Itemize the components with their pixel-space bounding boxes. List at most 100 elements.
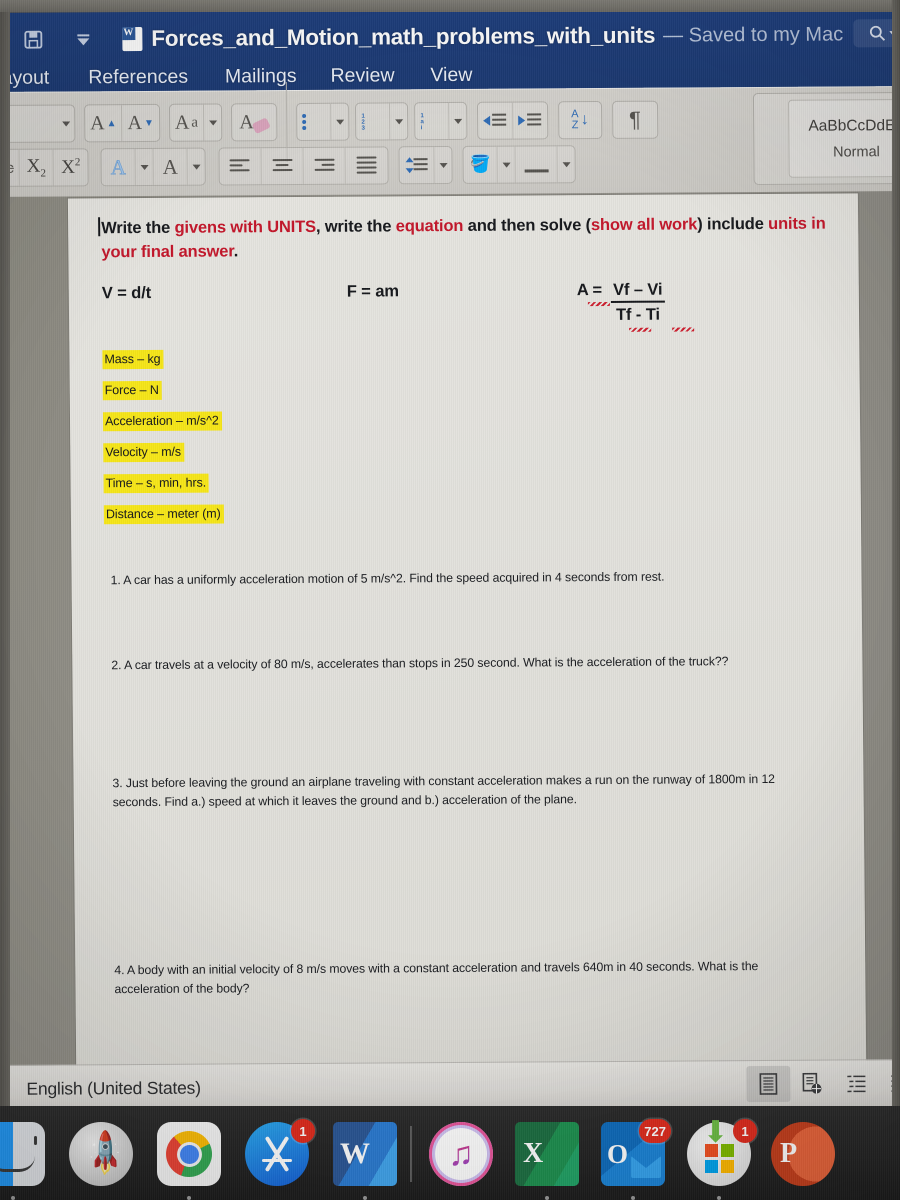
bulleted-list-button[interactable] bbox=[296, 103, 332, 140]
outline-view-icon bbox=[847, 1075, 866, 1093]
unit-row: Velocity – m/s bbox=[103, 438, 838, 474]
multilevel-list-dropdown[interactable] bbox=[449, 103, 466, 139]
screen-bezel-right bbox=[892, 0, 900, 1106]
change-case-button[interactable]: Aa bbox=[169, 104, 205, 141]
document-page[interactable]: Write the givens with UNITS, write the e… bbox=[67, 193, 867, 1071]
dock-item-itunes[interactable]: ♫ bbox=[424, 1117, 498, 1191]
status-language-label[interactable]: English (United States) bbox=[26, 1078, 201, 1100]
ms-autoupdate-badge: 1 bbox=[733, 1119, 757, 1143]
grow-font-icon: A bbox=[90, 111, 105, 134]
formula-force: F = am bbox=[346, 282, 400, 301]
print-layout-view-button[interactable] bbox=[746, 1065, 791, 1103]
formula-acceleration-numerator: Vf – Vi bbox=[610, 280, 665, 303]
save-icon[interactable] bbox=[18, 25, 48, 55]
unit-row: Time – s, min, hrs. bbox=[103, 469, 839, 505]
text-effects-button[interactable]: A bbox=[101, 149, 136, 186]
borders-dropdown[interactable] bbox=[558, 146, 575, 182]
unit-item: Force – N bbox=[102, 380, 162, 401]
borders-button[interactable] bbox=[515, 146, 558, 183]
numbered-list-dropdown[interactable] bbox=[390, 103, 407, 139]
heading-seg-3: equation bbox=[395, 216, 464, 236]
chevron-down-icon bbox=[335, 119, 345, 125]
align-right-button[interactable] bbox=[303, 147, 346, 184]
grow-font-button[interactable]: A ▲ bbox=[84, 105, 123, 142]
numbered-list-icon: 123 bbox=[361, 113, 369, 132]
chevron-down-icon bbox=[62, 120, 71, 127]
shading-button[interactable]: 🪣 bbox=[463, 146, 498, 183]
sort-button[interactable]: AZ ↓ bbox=[559, 102, 601, 138]
style-normal-item[interactable]: AaBbCcDdEe Normal bbox=[787, 98, 900, 178]
font-size-dropdown[interactable] bbox=[57, 105, 74, 141]
font-color-button[interactable]: A bbox=[153, 148, 188, 185]
decrease-indent-button[interactable] bbox=[477, 102, 514, 139]
download-arrow-icon: ⬇ bbox=[703, 1116, 729, 1149]
mac-dock: 🚀 1 W ♫ X O 727 ⬇ 1 P bbox=[0, 1106, 900, 1200]
screen-bezel-left bbox=[0, 0, 10, 1106]
dock-item-app-store[interactable]: 1 bbox=[240, 1117, 315, 1191]
dock-item-launchpad[interactable]: 🚀 bbox=[64, 1117, 138, 1191]
dock-item-chrome[interactable] bbox=[152, 1117, 226, 1200]
dock-item-excel[interactable]: X bbox=[510, 1117, 584, 1200]
style-sample-text: AaBbCcDdEe bbox=[808, 116, 900, 135]
unit-item: Distance – meter (m) bbox=[103, 504, 224, 525]
chevron-down-icon[interactable] bbox=[68, 24, 98, 54]
line-spacing-button[interactable] bbox=[399, 147, 435, 184]
formula-acceleration-denominator: Tf - Ti bbox=[615, 305, 661, 324]
screen-bezel-top bbox=[0, 0, 900, 12]
app-store-badge: 1 bbox=[291, 1119, 315, 1143]
running-indicator-dot bbox=[717, 1196, 721, 1200]
ribbon-tab-review[interactable]: Review bbox=[330, 64, 394, 87]
align-left-button[interactable] bbox=[219, 148, 262, 185]
running-indicator-dot bbox=[187, 1196, 191, 1200]
text-highlight-color-button[interactable]: A bbox=[232, 104, 276, 140]
line-spacing-dropdown[interactable] bbox=[435, 147, 452, 183]
highlight-group: A bbox=[230, 103, 278, 142]
shrink-font-button[interactable]: A ▼ bbox=[122, 105, 159, 141]
bulleted-list-group bbox=[295, 102, 350, 141]
justify-button[interactable] bbox=[346, 147, 388, 183]
change-case-dropdown[interactable] bbox=[204, 104, 221, 140]
unit-item: Acceleration – m/s^2 bbox=[102, 411, 222, 432]
outlook-icon: O 727 bbox=[601, 1119, 671, 1186]
ribbon-row-1: A ▲ A ▼ Aa A 1 2 3 1 a i A Z ↓ ¶ bbox=[0, 82, 659, 163]
bulleted-list-dropdown[interactable] bbox=[331, 104, 348, 140]
multilevel-list-button[interactable]: 1ai bbox=[414, 103, 450, 140]
outlook-badge: 727 bbox=[639, 1119, 671, 1143]
dock-item-word[interactable]: W bbox=[328, 1117, 402, 1200]
units-reference-list: Mass – kg Force – N Acceleration – m/s^2… bbox=[102, 346, 839, 537]
superscript-button[interactable]: X2 bbox=[54, 149, 88, 185]
document-canvas: Write the givens with UNITS, write the e… bbox=[0, 190, 900, 1071]
problem-item: 3. Just before leaving the ground an air… bbox=[112, 771, 775, 810]
dock-item-ms-autoupdate[interactable]: ⬇ 1 bbox=[682, 1116, 757, 1200]
font-color-dropdown[interactable] bbox=[188, 149, 205, 185]
chevron-down-icon bbox=[140, 164, 149, 170]
heading-seg-4: and then solve ( bbox=[463, 216, 592, 235]
print-layout-icon bbox=[759, 1073, 778, 1095]
unit-item: Time – s, min, hrs. bbox=[103, 473, 210, 494]
shading-dropdown[interactable] bbox=[497, 146, 516, 183]
outline-view-button[interactable] bbox=[834, 1065, 878, 1101]
launchpad-rocket-icon: 🚀 bbox=[69, 1122, 133, 1186]
chevron-down-icon bbox=[192, 164, 201, 170]
ribbon-tab-references[interactable]: References bbox=[88, 65, 188, 89]
subscript-button[interactable]: X2 bbox=[19, 149, 54, 186]
running-indicator-dot bbox=[11, 1196, 15, 1200]
text-color-group: A A bbox=[100, 147, 206, 187]
search-icon bbox=[869, 25, 885, 41]
web-layout-icon bbox=[802, 1072, 822, 1094]
increase-indent-button[interactable] bbox=[513, 102, 547, 138]
ribbon-tab-view[interactable]: View bbox=[430, 63, 472, 86]
heading-seg-8: . bbox=[233, 242, 239, 261]
dock-item-powerpoint[interactable]: P bbox=[766, 1117, 840, 1191]
dock-separator bbox=[410, 1126, 412, 1182]
chevron-down-icon bbox=[394, 118, 404, 124]
numbered-list-button[interactable]: 123 bbox=[355, 103, 391, 140]
word-icon: W bbox=[333, 1122, 397, 1186]
align-center-button[interactable] bbox=[261, 147, 304, 185]
show-formatting-button[interactable]: ¶ bbox=[613, 102, 657, 138]
web-layout-view-button[interactable] bbox=[790, 1066, 834, 1102]
text-effects-dropdown[interactable] bbox=[135, 148, 154, 186]
chevron-down-icon bbox=[502, 162, 511, 168]
dock-item-outlook[interactable]: O 727 bbox=[596, 1117, 671, 1200]
dock-item-finder[interactable] bbox=[0, 1117, 50, 1200]
